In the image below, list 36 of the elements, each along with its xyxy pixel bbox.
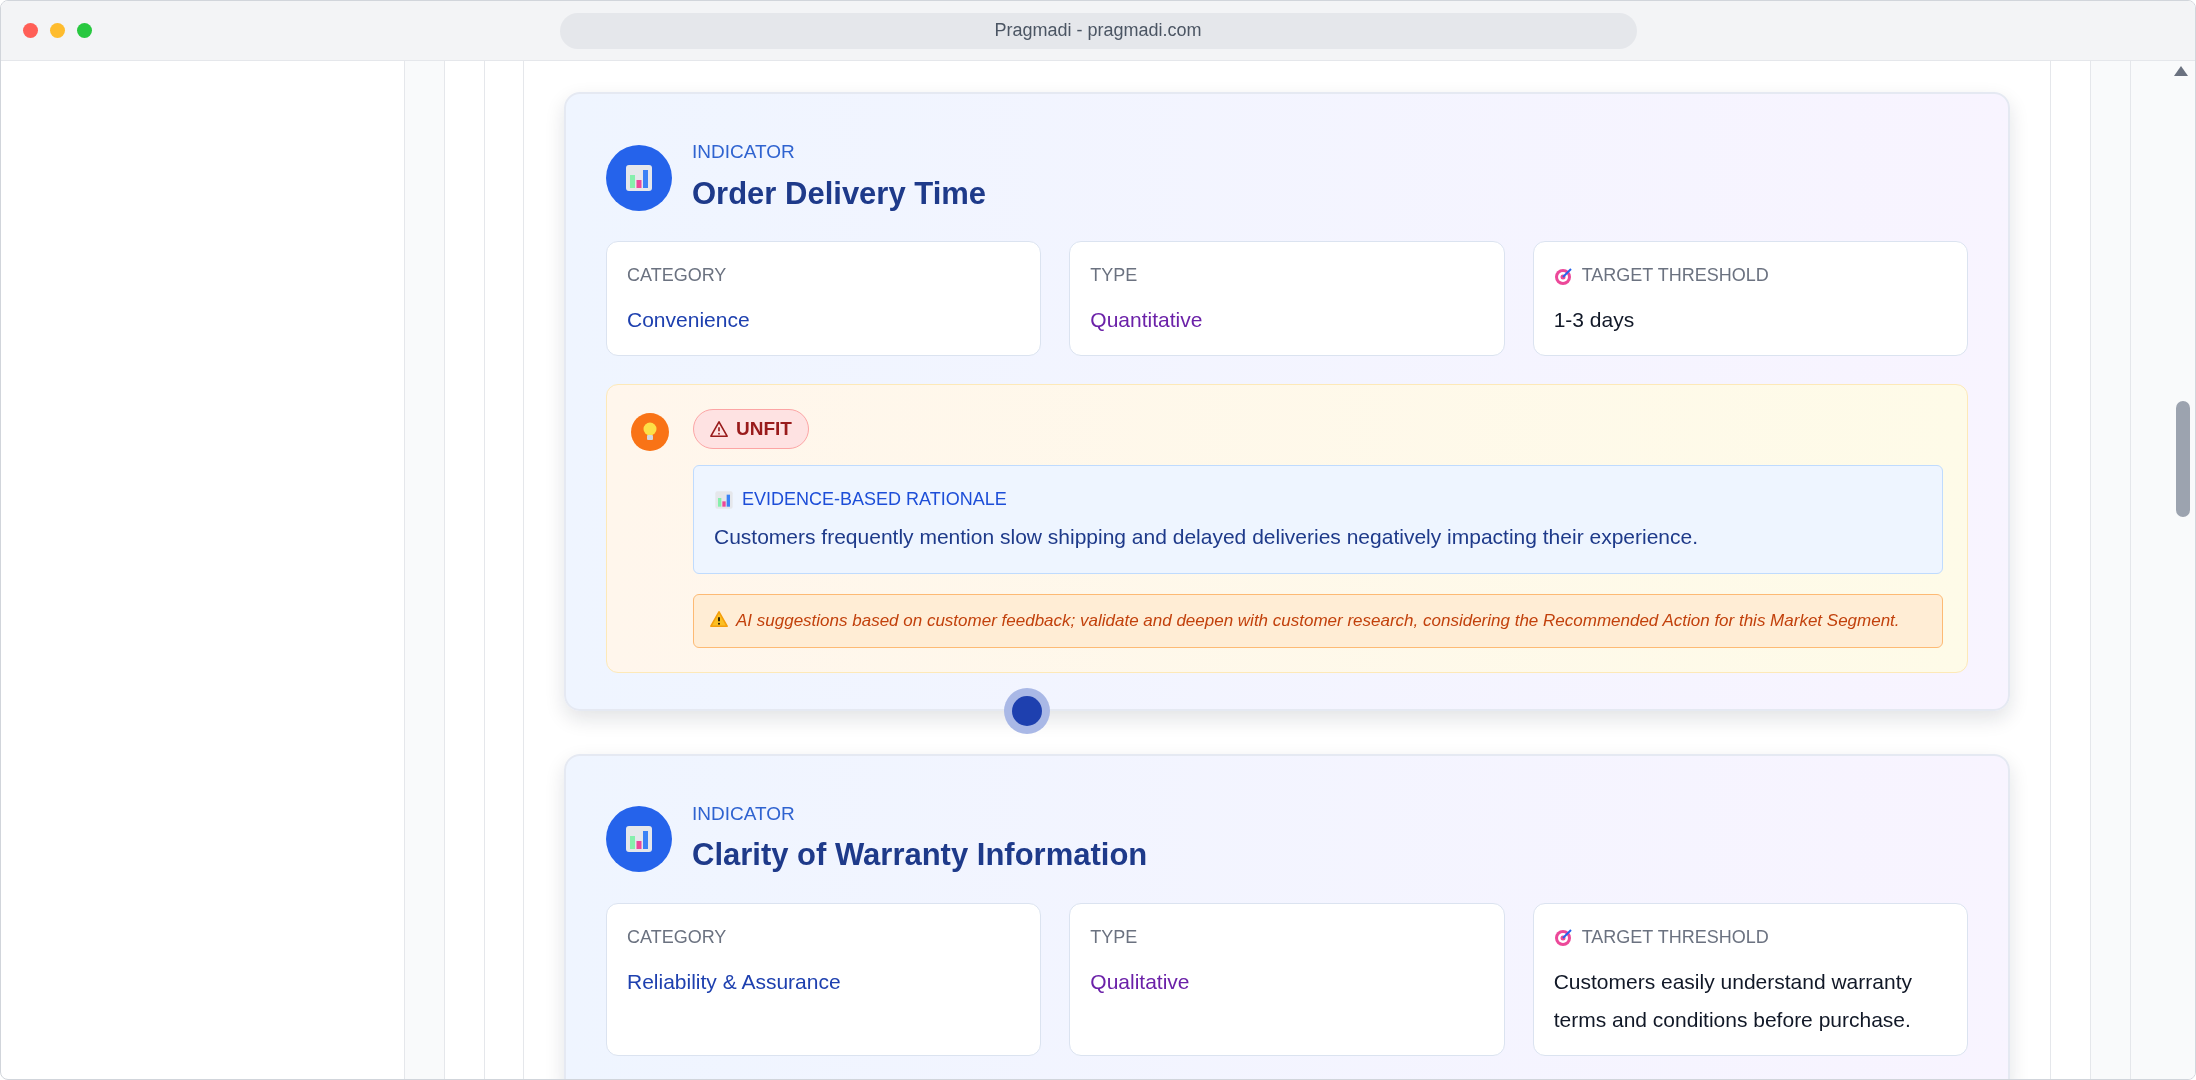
indicator-title: Order Delivery Time	[692, 174, 987, 213]
metric-value: Quantitative	[1090, 307, 1204, 333]
lightbulb-icon	[631, 413, 669, 451]
metric-value: Reliability & Assurance	[627, 968, 842, 995]
verdict-badge: UNFIT	[693, 409, 809, 449]
target-icon	[1553, 265, 1574, 286]
rationale-label: EVIDENCE-BASED RATIONALE	[742, 488, 1007, 511]
metric-value: Customers easily understand warranty terms and conditions before purchase.	[1553, 968, 1913, 1033]
close-button[interactable]	[23, 23, 38, 38]
drag-handle[interactable]	[1004, 687, 1050, 734]
warning-icon	[710, 420, 728, 438]
metric-value: Convenience	[627, 307, 751, 333]
bar-chart-icon	[624, 824, 654, 854]
disclaimer-text: AI suggestions based on customer feedback; validate and deepen with customer research, considering the Recommended Action for this Market Segment.	[736, 609, 1900, 632]
target-icon	[1553, 927, 1574, 947]
minimize-button[interactable]	[50, 23, 65, 38]
metric-label: TYPE	[1090, 264, 1138, 287]
scroll-up-icon[interactable]	[2173, 65, 2189, 77]
rationale-text: Customers frequently mention slow shipping and delayed deliveries negatively impacting their experience.	[714, 524, 1700, 550]
metric-value: Qualitative	[1090, 968, 1191, 995]
bar-chart-icon	[624, 162, 654, 193]
scrollbar-thumb[interactable]	[2176, 401, 2190, 517]
scrollbar[interactable]	[2130, 61, 2195, 1079]
metric-label: TARGET THRESHOLD	[1581, 264, 1769, 287]
warning-icon	[710, 609, 728, 628]
metric-label: CATEGORY	[627, 264, 727, 287]
indicator-eyebrow: INDICATOR	[692, 801, 796, 826]
metric-label: TARGET THRESHOLD	[1581, 925, 1769, 949]
indicator-eyebrow: INDICATOR	[692, 140, 796, 164]
maximize-button[interactable]	[77, 23, 92, 38]
address-bar[interactable]: Pragmadi - pragmadi.com	[559, 12, 1637, 49]
bar-chart-icon	[714, 489, 734, 510]
metric-label: CATEGORY	[627, 925, 727, 949]
metric-value: 1-3 days	[1553, 307, 1636, 333]
metric-label: TYPE	[1090, 925, 1138, 949]
indicator-title: Clarity of Warranty Information	[692, 836, 1148, 874]
